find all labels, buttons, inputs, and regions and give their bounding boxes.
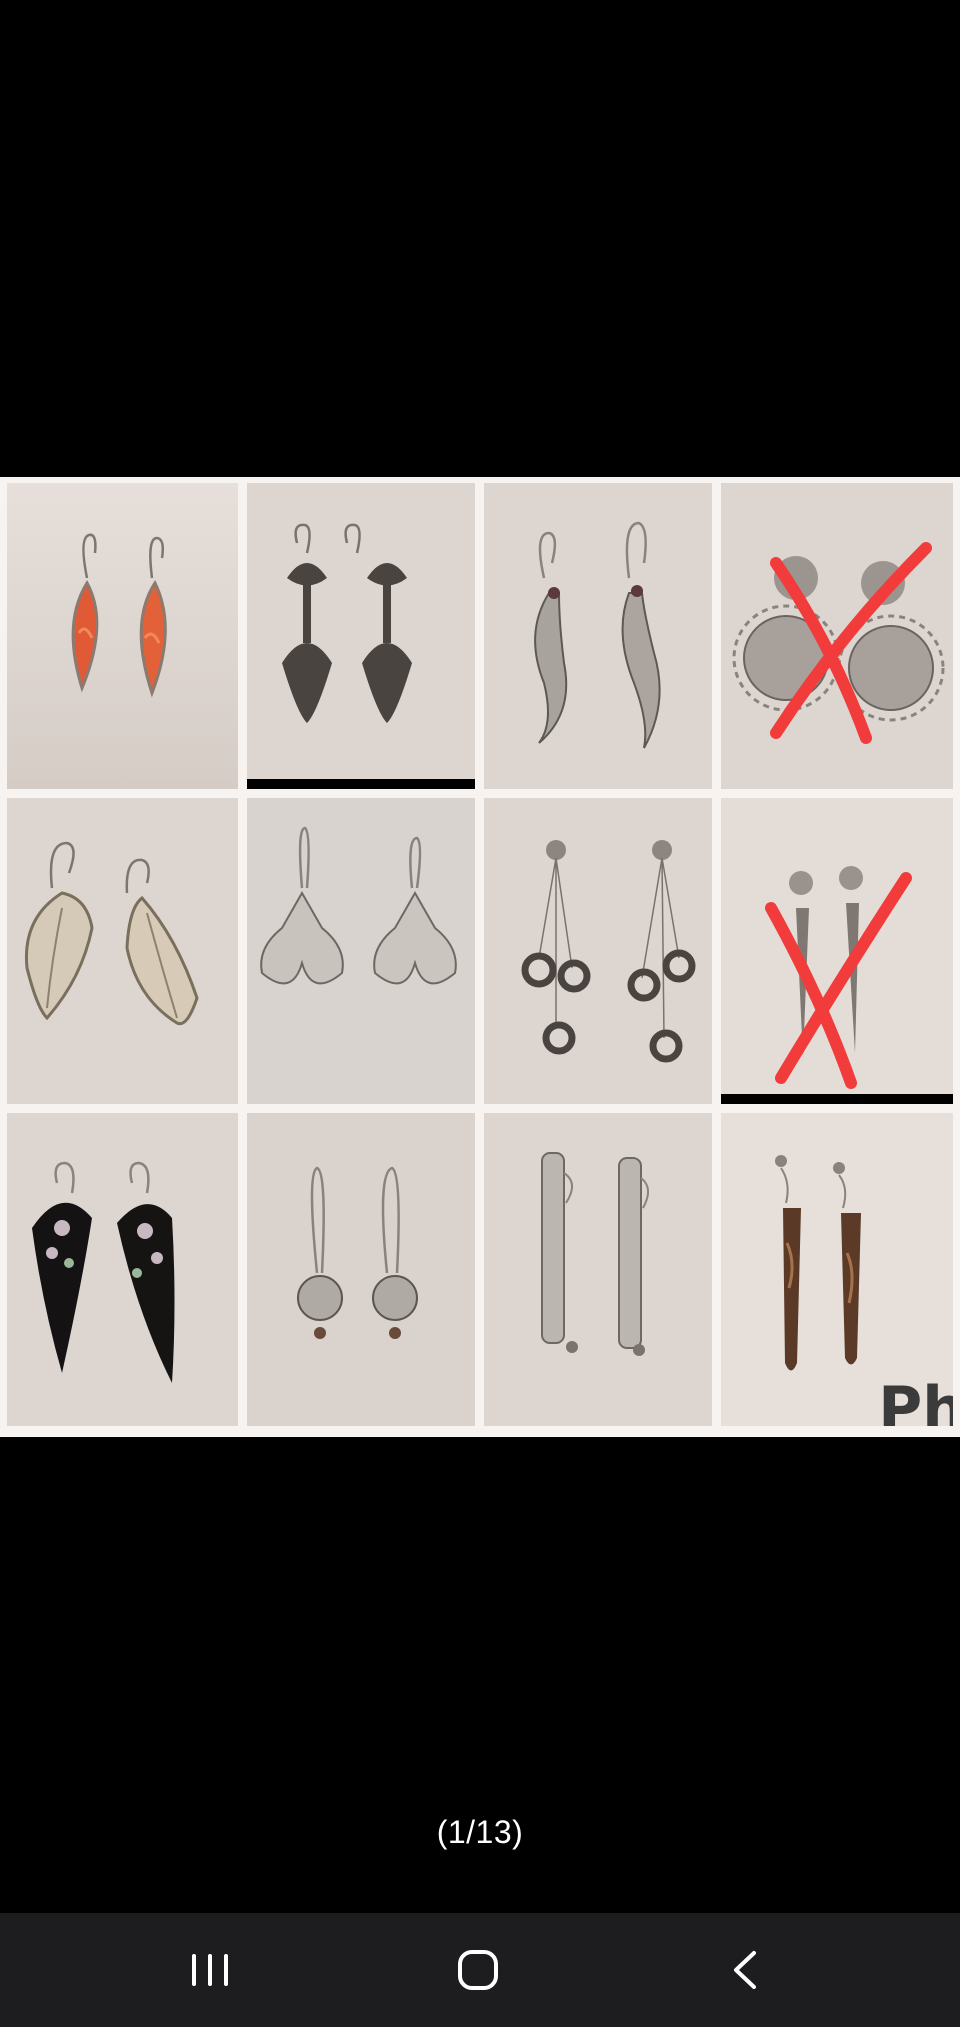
silver-bead-earring-icon bbox=[247, 1113, 475, 1426]
tile-silver-swirl-earrings bbox=[484, 483, 712, 789]
back-button[interactable] bbox=[686, 1913, 806, 2027]
tile-silver-leaf-earrings bbox=[7, 798, 238, 1104]
tile-sun-earrings bbox=[721, 483, 953, 789]
glitter-hoop-earring-icon bbox=[484, 1113, 712, 1426]
recent-apps-icon bbox=[192, 1954, 228, 1986]
android-navigation-bar bbox=[0, 1913, 960, 2027]
filigree-drop-earring-icon bbox=[247, 483, 475, 789]
home-icon bbox=[458, 1950, 498, 1990]
tile-filigree-earrings bbox=[247, 483, 475, 789]
image-viewer[interactable]: Ph (1/13) bbox=[0, 0, 960, 1913]
arrow-crescent-earring-icon bbox=[247, 798, 475, 1104]
tile-coral-earrings bbox=[7, 483, 238, 789]
silver-spike-earring-icon bbox=[721, 798, 953, 1104]
back-icon bbox=[734, 1951, 756, 1989]
tile-silver-bead-earrings bbox=[247, 1113, 475, 1426]
silver-leaf-earring-icon bbox=[7, 798, 238, 1104]
image-counter: (1/13) bbox=[436, 1814, 524, 1850]
tile-spike-earrings bbox=[721, 798, 953, 1104]
silver-swirl-earring-icon bbox=[484, 483, 712, 789]
watermark-text: Ph bbox=[878, 1374, 953, 1426]
tile-stone-bar-earrings: Ph bbox=[721, 1113, 953, 1426]
coral-marquise-earring-icon bbox=[7, 483, 238, 789]
tile-chain-ring-earrings bbox=[484, 798, 712, 1104]
home-button[interactable] bbox=[418, 1913, 538, 2027]
sun-earring-icon bbox=[721, 483, 953, 789]
earrings-collage-photo[interactable]: Ph bbox=[0, 477, 960, 1437]
abalone-inlay-teardrop-earring-icon bbox=[7, 1113, 238, 1426]
recent-apps-button[interactable] bbox=[150, 1913, 270, 2027]
tile-glitter-hoop-earrings bbox=[484, 1113, 712, 1426]
chain-ring-drop-earring-icon bbox=[484, 798, 712, 1104]
tile-arrow-crescent-earrings bbox=[247, 798, 475, 1104]
tile-inlay-teardrop-earrings bbox=[7, 1113, 238, 1426]
